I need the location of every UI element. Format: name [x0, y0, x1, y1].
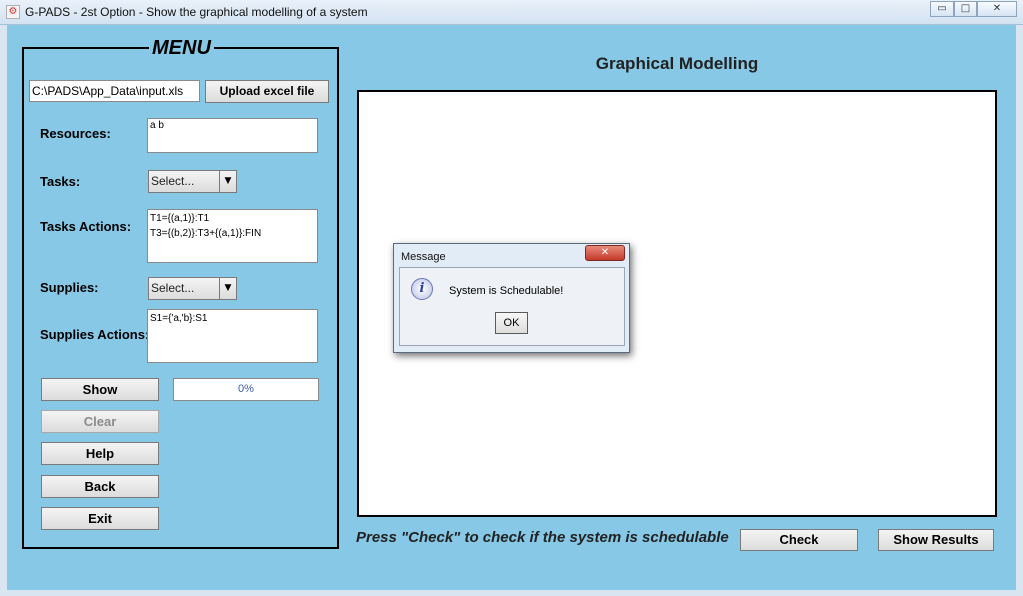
- app-icon: ⚙: [6, 5, 20, 19]
- supplies-actions-field[interactable]: S1={'a,'b}:S1: [147, 309, 318, 363]
- ok-button[interactable]: OK: [495, 312, 528, 334]
- supplies-actions-text: S1={'a,'b}:S1: [150, 313, 208, 324]
- dialog-body: i System is Schedulable! OK: [399, 267, 625, 346]
- progress-bar: 0%: [173, 378, 319, 401]
- window-title: G-PADS - 2st Option - Show the graphical…: [25, 5, 368, 19]
- clear-button[interactable]: Clear: [41, 410, 159, 433]
- dialog-title: Message: [401, 251, 446, 263]
- upload-excel-button[interactable]: Upload excel file: [205, 80, 329, 103]
- minimize-button[interactable]: ▭: [930, 1, 954, 17]
- tasks-select[interactable]: Select... ▼: [148, 170, 237, 193]
- tasks-actions-label: Tasks Actions:: [40, 219, 132, 234]
- window-titlebar: ⚙ G-PADS - 2st Option - Show the graphic…: [0, 0, 1023, 25]
- maximize-button[interactable]: □: [954, 1, 977, 17]
- supplies-select-value: Select...: [148, 277, 220, 300]
- menu-title: MENU: [149, 37, 214, 60]
- file-path-field[interactable]: C:\PADS\App_Data\input.xls: [29, 80, 200, 102]
- info-icon: i: [411, 278, 433, 300]
- supplies-label: Supplies:: [40, 280, 99, 295]
- tasks-label: Tasks:: [40, 174, 81, 189]
- show-button[interactable]: Show: [41, 378, 159, 401]
- tasks-actions-field[interactable]: T1={(a,1)}:T1 T3={(b,2)}:T3+{(a,1)}:FIN: [147, 209, 318, 263]
- chevron-down-icon[interactable]: ▼: [219, 170, 237, 193]
- resources-field[interactable]: a b: [147, 118, 318, 153]
- window-border: [1016, 25, 1023, 596]
- supplies-select[interactable]: Select... ▼: [148, 277, 237, 300]
- close-button[interactable]: ✕: [977, 1, 1017, 17]
- show-results-button[interactable]: Show Results: [878, 529, 994, 551]
- tasks-select-value: Select...: [148, 170, 220, 193]
- exit-button[interactable]: Exit: [41, 507, 159, 530]
- supplies-actions-label: Supplies Actions:: [40, 327, 150, 342]
- chevron-down-icon[interactable]: ▼: [219, 277, 237, 300]
- close-icon[interactable]: ✕: [585, 245, 625, 261]
- help-button[interactable]: Help: [41, 442, 159, 465]
- back-button[interactable]: Back: [41, 475, 159, 498]
- page-title: Graphical Modelling: [595, 54, 759, 73]
- check-hint: Press "Check" to check if the system is …: [356, 529, 729, 546]
- tasks-actions-text: T1={(a,1)}:T1 T3={(b,2)}:T3+{(a,1)}:FIN: [150, 213, 262, 239]
- check-button[interactable]: Check: [740, 529, 858, 551]
- resources-label: Resources:: [40, 126, 111, 141]
- menu-panel: MENU C:\PADS\App_Data\input.xls Upload e…: [22, 37, 339, 549]
- message-dialog: Message ✕ i System is Schedulable! OK: [393, 243, 630, 353]
- main-window: MENU C:\PADS\App_Data\input.xls Upload e…: [7, 25, 1016, 590]
- dialog-message: System is Schedulable!: [449, 285, 564, 297]
